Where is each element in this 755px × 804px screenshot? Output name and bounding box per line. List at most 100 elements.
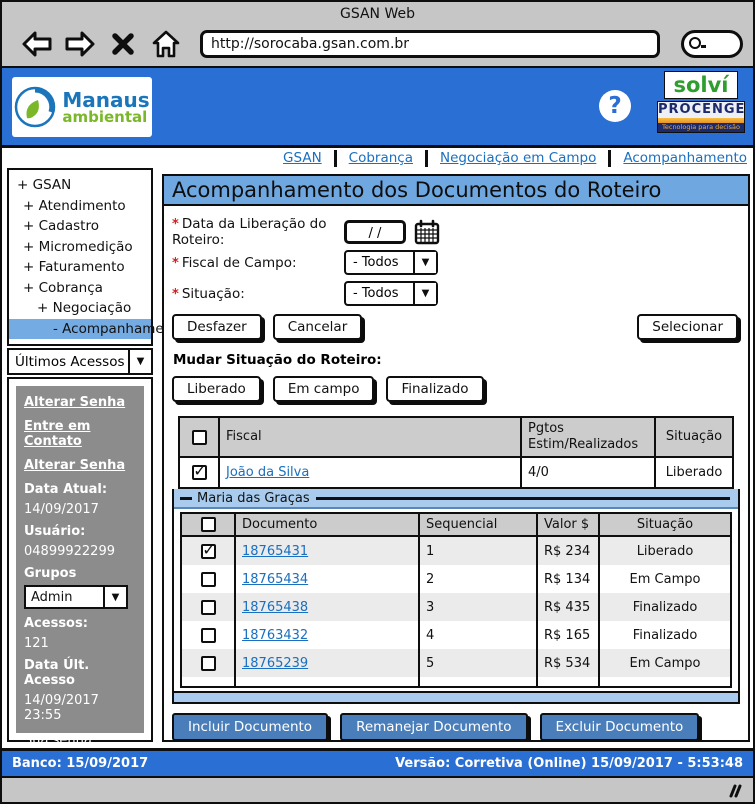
col-fiscal: Fiscal	[220, 418, 522, 456]
doc-checkbox[interactable]	[201, 600, 216, 615]
table-row: 18765438 3 R$ 435 Finalizado	[182, 593, 730, 621]
table-row: 18763432 4 R$ 165 Finalizado	[182, 621, 730, 649]
situacao-value: Liberado	[656, 458, 732, 487]
url-input[interactable]	[200, 30, 660, 58]
resize-handle-icon[interactable]	[725, 783, 743, 803]
alterar-senha-link-1[interactable]: Alterar Senha	[24, 395, 136, 410]
cancelar-button[interactable]: Cancelar	[273, 314, 363, 340]
table-row: 18765239 5 R$ 534 Em Campo	[182, 649, 730, 677]
breadcrumb-nav: GSAN Cobrança Negociação em Campo Acompa…	[2, 148, 753, 168]
tree-item-negociacao[interactable]: + Negociação	[9, 298, 151, 319]
tree-item-micromedicao[interactable]: + Micromedição	[9, 237, 151, 258]
documentos-table: Documento Sequencial Valor $ Situação 18…	[180, 512, 732, 688]
action-buttons: Incluir Documento Remanejar Documento Ex…	[164, 704, 748, 742]
nav-link-negociacao[interactable]: Negociação em Campo	[440, 150, 596, 166]
pgtos-value: 4/0	[522, 458, 656, 487]
chevron-down-icon[interactable]: ▼	[128, 350, 151, 373]
procenge-logo: PROCENGE Tecnologia para decisão	[657, 101, 745, 133]
doc-checkbox[interactable]	[201, 628, 216, 643]
nav-link-acompanhamento[interactable]: Acompanhamento	[623, 150, 747, 166]
em-campo-button[interactable]: Em campo	[273, 376, 375, 402]
situacao-dropdown[interactable]: - Todos ▼	[344, 281, 438, 306]
ult-acesso-label: Data Últ. Acesso	[24, 658, 136, 688]
documentos-table-header: Documento Sequencial Valor $ Situação	[182, 514, 730, 537]
mudar-situacao-label: Mudar Situação do Roteiro:	[164, 340, 748, 376]
table-row: João da Silva 4/0 Liberado	[180, 458, 732, 487]
grupos-label: Grupos	[24, 566, 136, 581]
chevron-down-icon[interactable]: ▼	[413, 283, 436, 304]
help-icon[interactable]: ?	[599, 90, 631, 122]
search-icon	[689, 37, 701, 49]
browser-window: GSAN Web	[0, 0, 755, 804]
tree-item-cobranca[interactable]: + Cobrança	[9, 278, 151, 299]
versao-status: Versão: Corretiva (Online) 15/09/2017 - …	[395, 756, 743, 771]
fiscal-campo-dropdown[interactable]: - Todos ▼	[344, 250, 438, 275]
main-panel: Acompanhamento dos Documentos do Roteiro…	[162, 174, 750, 742]
table-row: 18765431 1 R$ 234 Liberado	[182, 537, 730, 565]
select-all-docs-checkbox[interactable]	[201, 517, 216, 532]
forward-icon[interactable]	[63, 28, 97, 60]
doc-checkbox[interactable]	[201, 572, 216, 587]
select-all-checkbox[interactable]	[192, 430, 207, 445]
finalizado-button[interactable]: Finalizado	[386, 376, 483, 402]
solvi-procenge-logo: solví PROCENGE Tecnologia para decisão	[657, 71, 745, 133]
doc-checkbox[interactable]	[201, 656, 216, 671]
window-title: GSAN Web	[2, 2, 753, 22]
valor-value: R$ 534	[538, 649, 600, 677]
desfazer-button[interactable]: Desfazer	[172, 314, 262, 340]
nav-link-cobranca[interactable]: Cobrança	[349, 150, 413, 166]
liberado-button[interactable]: Liberado	[172, 376, 261, 402]
documento-link[interactable]: 18765434	[242, 572, 308, 587]
documento-link[interactable]: 18765438	[242, 600, 308, 615]
acessos-value: 121	[24, 636, 136, 651]
group-legend: Maria das Graças	[174, 489, 738, 509]
data-liberacao-input[interactable]: / /	[344, 220, 406, 244]
back-icon[interactable]	[20, 28, 54, 60]
logo-line1: Manaus	[62, 90, 149, 110]
filter-form: *Data da Liberação do Roteiro: / / *Fisc…	[164, 206, 748, 311]
home-icon[interactable]	[149, 28, 183, 60]
row-checkbox[interactable]	[192, 465, 207, 480]
documento-link[interactable]: 18765239	[242, 656, 308, 671]
user-panel-container: Alterar Senha Entre em Contato Alterar S…	[7, 377, 153, 742]
fiscal-campo-label: *Fiscal de Campo:	[172, 255, 344, 271]
col-situacao: Situação	[656, 418, 732, 456]
incluir-documento-button[interactable]: Incluir Documento	[172, 713, 328, 741]
tree-item-atendimento[interactable]: + Atendimento	[9, 196, 151, 217]
documentos-group: Maria das Graças Documento Sequencial Va…	[172, 489, 740, 704]
tree-item-acompanhamento[interactable]: - Acompanhamento	[9, 319, 151, 340]
alterar-senha-link-2[interactable]: Alterar Senha	[24, 458, 136, 473]
data-liberacao-label: *Data da Liberação do Roteiro:	[172, 216, 344, 248]
excluir-documento-button[interactable]: Excluir Documento	[540, 713, 700, 741]
sequencial-value: 5	[420, 649, 538, 677]
grupo-dropdown[interactable]: Admin ▼	[24, 585, 128, 609]
search-box[interactable]	[681, 30, 743, 58]
valor-value: R$ 134	[538, 565, 600, 593]
documento-link[interactable]: 18765431	[242, 544, 308, 559]
page-title: Acompanhamento dos Documentos do Roteiro	[164, 176, 748, 206]
chevron-down-icon[interactable]: ▼	[103, 587, 126, 607]
documento-link[interactable]: 18763432	[242, 628, 308, 643]
doc-checkbox[interactable]	[201, 544, 216, 559]
tree-item-faturamento[interactable]: + Faturamento	[9, 257, 151, 278]
nav-link-gsan[interactable]: GSAN	[283, 150, 322, 166]
selecionar-button[interactable]: Selecionar	[637, 314, 738, 340]
doc-situacao-value: Em Campo	[600, 565, 730, 593]
chevron-down-icon[interactable]: ▼	[413, 252, 436, 273]
entre-em-contato-link[interactable]: Entre em Contato	[24, 419, 136, 449]
manaus-ambiental-logo: Manaus ambiental	[12, 77, 152, 137]
tree-item-gsan[interactable]: + GSAN	[9, 175, 151, 196]
app-body: + GSAN + Atendimento + Cadastro + Microm…	[2, 168, 753, 748]
manaus-logo-icon	[14, 86, 56, 128]
remanejar-documento-button[interactable]: Remanejar Documento	[340, 713, 527, 741]
ult-acesso-value: 14/09/2017 23:55	[24, 693, 136, 723]
stop-icon[interactable]	[106, 28, 140, 60]
doc-situacao-value: Liberado	[600, 537, 730, 565]
doc-situacao-value: Em Campo	[600, 649, 730, 677]
doc-situacao-value: Finalizado	[600, 621, 730, 649]
tree-item-cadastro[interactable]: + Cadastro	[9, 216, 151, 237]
calendar-icon[interactable]	[414, 219, 440, 245]
ultimos-acessos-dropdown[interactable]: Últimos Acessos ▼	[7, 348, 153, 375]
fiscal-link[interactable]: João da Silva	[226, 465, 309, 480]
col-documento: Documento	[236, 514, 420, 535]
